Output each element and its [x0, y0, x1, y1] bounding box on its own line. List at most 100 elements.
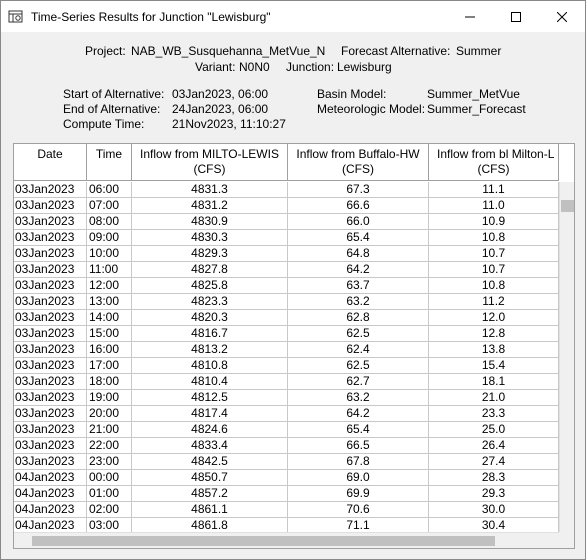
date-cell[interactable]: 03Jan2023: [14, 390, 87, 406]
time-cell[interactable]: 10:00: [87, 246, 132, 262]
date-cell[interactable]: 03Jan2023: [14, 406, 87, 422]
inflow-bl-milton-cell[interactable]: 21.0: [429, 390, 559, 406]
time-cell[interactable]: 06:00: [87, 182, 132, 198]
table-row[interactable]: 03Jan2023 23:00 4842.5 67.8 27.4: [14, 454, 559, 470]
inflow-milto-lewis-cell[interactable]: 4830.9: [132, 214, 288, 230]
table-row[interactable]: 03Jan2023 14:00 4820.3 62.8 12.0: [14, 310, 559, 326]
date-cell[interactable]: 03Jan2023: [14, 198, 87, 214]
time-cell[interactable]: 08:00: [87, 214, 132, 230]
inflow-milto-lewis-cell[interactable]: 4861.1: [132, 502, 288, 518]
inflow-bl-milton-cell[interactable]: 10.8: [429, 230, 559, 246]
inflow-buffalo-hw-cell[interactable]: 62.8: [288, 310, 429, 326]
time-cell[interactable]: 02:00: [87, 502, 132, 518]
inflow-buffalo-hw-cell[interactable]: 63.7: [288, 278, 429, 294]
time-cell[interactable]: 22:00: [87, 438, 132, 454]
time-cell[interactable]: 21:00: [87, 422, 132, 438]
date-cell[interactable]: 03Jan2023: [14, 230, 87, 246]
inflow-milto-lewis-cell[interactable]: 4817.4: [132, 406, 288, 422]
table-row[interactable]: 04Jan2023 02:00 4861.1 70.6 30.0: [14, 502, 559, 518]
table-row[interactable]: 03Jan2023 18:00 4810.4 62.7 18.1: [14, 374, 559, 390]
table-row[interactable]: 03Jan2023 06:00 4831.3 67.3 11.1: [14, 182, 559, 198]
inflow-milto-lewis-cell[interactable]: 4833.4: [132, 438, 288, 454]
date-cell[interactable]: 03Jan2023: [14, 278, 87, 294]
date-cell[interactable]: 03Jan2023: [14, 422, 87, 438]
inflow-buffalo-hw-cell[interactable]: 64.8: [288, 246, 429, 262]
time-cell[interactable]: 15:00: [87, 326, 132, 342]
inflow-bl-milton-cell[interactable]: 11.2: [429, 294, 559, 310]
vertical-scrollbar[interactable]: [559, 182, 574, 532]
horizontal-scrollbar[interactable]: [14, 532, 559, 548]
inflow-milto-lewis-cell[interactable]: 4810.4: [132, 374, 288, 390]
time-cell[interactable]: 16:00: [87, 342, 132, 358]
inflow-buffalo-hw-cell[interactable]: 64.2: [288, 406, 429, 422]
maximize-button[interactable]: [493, 1, 539, 32]
inflow-buffalo-hw-cell[interactable]: 66.0: [288, 214, 429, 230]
date-cell[interactable]: 03Jan2023: [14, 214, 87, 230]
inflow-bl-milton-cell[interactable]: 18.1: [429, 374, 559, 390]
table-row[interactable]: 03Jan2023 10:00 4829.3 64.8 10.7: [14, 246, 559, 262]
inflow-milto-lewis-cell[interactable]: 4824.6: [132, 422, 288, 438]
inflow-milto-lewis-cell[interactable]: 4825.8: [132, 278, 288, 294]
table-row[interactable]: 03Jan2023 12:00 4825.8 63.7 10.8: [14, 278, 559, 294]
inflow-milto-lewis-cell[interactable]: 4812.5: [132, 390, 288, 406]
inflow-milto-lewis-cell[interactable]: 4831.2: [132, 198, 288, 214]
inflow-milto-lewis-cell[interactable]: 4857.2: [132, 486, 288, 502]
table-row[interactable]: 04Jan2023 00:00 4850.7 69.0 28.3: [14, 470, 559, 486]
vertical-scroll-thumb[interactable]: [561, 200, 574, 212]
inflow-bl-milton-cell[interactable]: 10.8: [429, 278, 559, 294]
table-row[interactable]: 03Jan2023 20:00 4817.4 64.2 23.3: [14, 406, 559, 422]
inflow-milto-lewis-cell[interactable]: 4810.8: [132, 358, 288, 374]
table-row[interactable]: 03Jan2023 11:00 4827.8 64.2 10.7: [14, 262, 559, 278]
table-row[interactable]: 03Jan2023 08:00 4830.9 66.0 10.9: [14, 214, 559, 230]
table-row[interactable]: 03Jan2023 16:00 4813.2 62.4 13.8: [14, 342, 559, 358]
inflow-bl-milton-cell[interactable]: 11.1: [429, 182, 559, 198]
time-cell[interactable]: 14:00: [87, 310, 132, 326]
date-cell[interactable]: 04Jan2023: [14, 470, 87, 486]
close-button[interactable]: [539, 1, 585, 32]
inflow-buffalo-hw-cell[interactable]: 66.6: [288, 198, 429, 214]
inflow-buffalo-hw-cell[interactable]: 66.5: [288, 438, 429, 454]
inflow-bl-milton-cell[interactable]: 23.3: [429, 406, 559, 422]
inflow-buffalo-hw-cell[interactable]: 69.9: [288, 486, 429, 502]
inflow-bl-milton-cell[interactable]: 28.3: [429, 470, 559, 486]
inflow-milto-lewis-cell[interactable]: 4830.3: [132, 230, 288, 246]
inflow-buffalo-hw-cell[interactable]: 64.2: [288, 262, 429, 278]
inflow-milto-lewis-cell[interactable]: 4831.3: [132, 182, 288, 198]
horizontal-scroll-thumb[interactable]: [32, 536, 495, 546]
inflow-bl-milton-cell[interactable]: 10.7: [429, 246, 559, 262]
time-cell[interactable]: 17:00: [87, 358, 132, 374]
date-cell[interactable]: 04Jan2023: [14, 486, 87, 502]
time-cell[interactable]: 12:00: [87, 278, 132, 294]
time-cell[interactable]: 13:00: [87, 294, 132, 310]
inflow-buffalo-hw-cell[interactable]: 62.7: [288, 374, 429, 390]
inflow-buffalo-hw-cell[interactable]: 65.4: [288, 230, 429, 246]
inflow-bl-milton-cell[interactable]: 10.9: [429, 214, 559, 230]
time-cell[interactable]: 18:00: [87, 374, 132, 390]
inflow-bl-milton-cell[interactable]: 29.3: [429, 486, 559, 502]
inflow-bl-milton-cell[interactable]: 12.0: [429, 310, 559, 326]
inflow-bl-milton-cell[interactable]: 27.4: [429, 454, 559, 470]
date-cell[interactable]: 03Jan2023: [14, 182, 87, 198]
table-row[interactable]: 03Jan2023 09:00 4830.3 65.4 10.8: [14, 230, 559, 246]
inflow-bl-milton-cell[interactable]: 13.8: [429, 342, 559, 358]
inflow-bl-milton-cell[interactable]: 12.8: [429, 326, 559, 342]
date-cell[interactable]: 03Jan2023: [14, 438, 87, 454]
date-cell[interactable]: 03Jan2023: [14, 294, 87, 310]
time-cell[interactable]: 20:00: [87, 406, 132, 422]
time-cell[interactable]: 01:00: [87, 486, 132, 502]
table-row[interactable]: 03Jan2023 15:00 4816.7 62.5 12.8: [14, 326, 559, 342]
inflow-buffalo-hw-cell[interactable]: 70.6: [288, 502, 429, 518]
time-cell[interactable]: 11:00: [87, 262, 132, 278]
column-header-inflow-buffalo-hw[interactable]: Inflow from Buffalo-HW (CFS): [288, 144, 429, 181]
table-row[interactable]: 03Jan2023 17:00 4810.8 62.5 15.4: [14, 358, 559, 374]
table-row[interactable]: 03Jan2023 13:00 4823.3 63.2 11.2: [14, 294, 559, 310]
time-cell[interactable]: 09:00: [87, 230, 132, 246]
inflow-milto-lewis-cell[interactable]: 4823.3: [132, 294, 288, 310]
inflow-buffalo-hw-cell[interactable]: 62.5: [288, 326, 429, 342]
date-cell[interactable]: 03Jan2023: [14, 374, 87, 390]
date-cell[interactable]: 03Jan2023: [14, 310, 87, 326]
inflow-buffalo-hw-cell[interactable]: 69.0: [288, 470, 429, 486]
inflow-milto-lewis-cell[interactable]: 4827.8: [132, 262, 288, 278]
date-cell[interactable]: 03Jan2023: [14, 326, 87, 342]
inflow-bl-milton-cell[interactable]: 11.0: [429, 198, 559, 214]
